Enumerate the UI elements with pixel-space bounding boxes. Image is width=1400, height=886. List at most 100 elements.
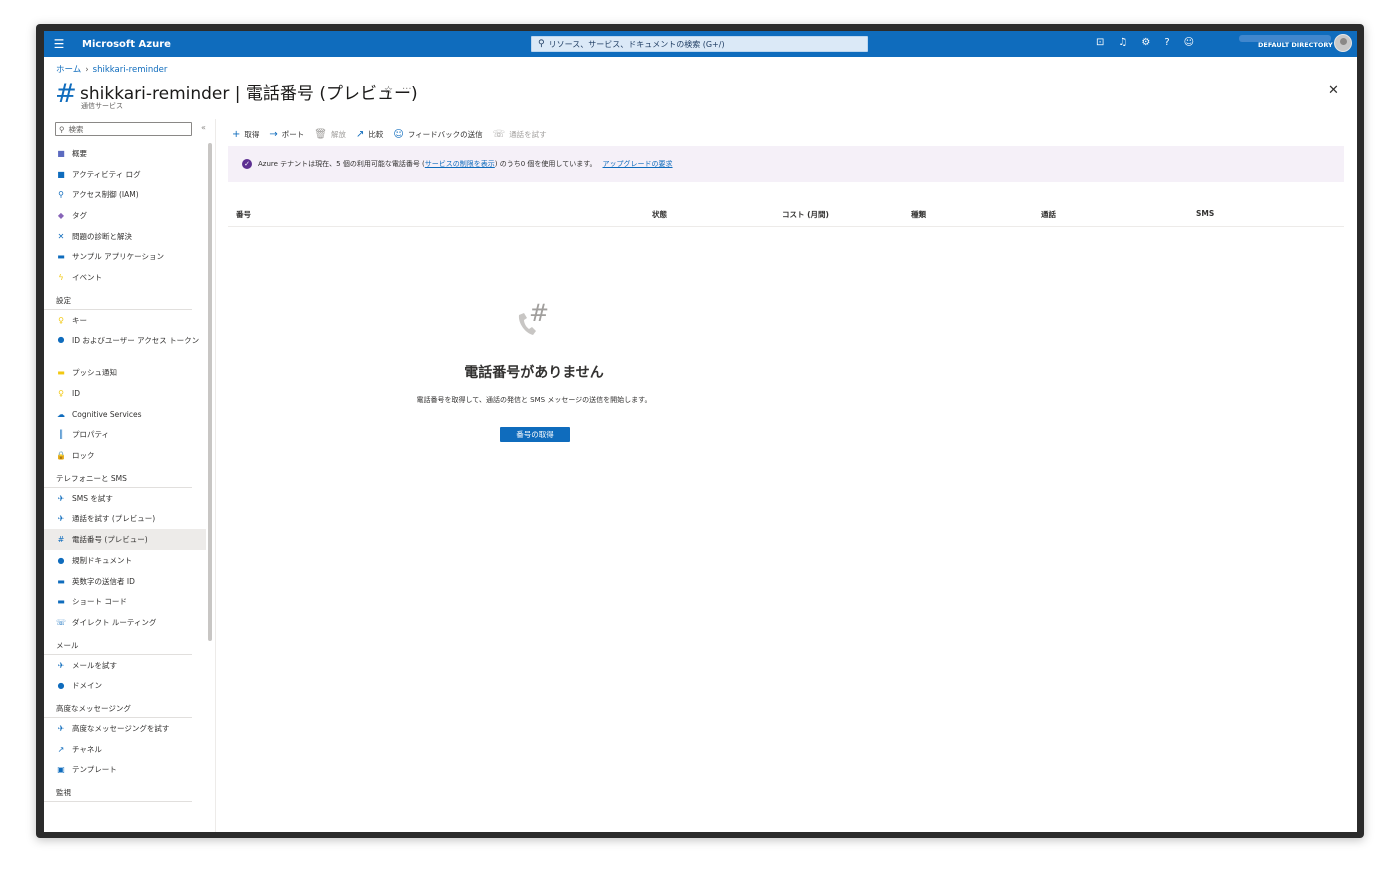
directory-label[interactable]: DEFAULT DIRECTORY bbox=[1258, 41, 1333, 49]
brand-title[interactable]: Microsoft Azure bbox=[82, 39, 171, 50]
banner-prefix: Azure テナントは現在、5 個の利用可能な電話番号 ( bbox=[258, 160, 425, 168]
help-icon[interactable]: ? bbox=[1164, 37, 1169, 48]
sidebar-item[interactable]: 🔒 ロック bbox=[44, 445, 206, 466]
sidebar-item-icon: ▬ bbox=[57, 576, 65, 586]
column-header-cost[interactable]: コスト (月間) bbox=[782, 209, 829, 220]
sidebar-section-header: テレフォニーと SMS bbox=[44, 466, 192, 488]
sidebar-item-label: 英数字の送信者 ID bbox=[72, 576, 135, 586]
sidebar-item[interactable]: ● ドメイン bbox=[44, 675, 206, 696]
sidebar-section-header: 設定 bbox=[44, 288, 192, 310]
get-button[interactable]: + 取得 bbox=[232, 129, 259, 140]
sidebar-item[interactable]: ◆ タグ bbox=[44, 205, 206, 226]
release-button[interactable]: 🗑 解放 bbox=[314, 129, 346, 140]
bell-icon[interactable]: ♫ bbox=[1118, 37, 1127, 48]
feedback-icon[interactable]: ☺ bbox=[1184, 37, 1194, 48]
sidebar-item[interactable]: # 電話番号 (プレビュー) bbox=[44, 529, 206, 550]
sidebar-item[interactable]: ⚲ アクセス制御 (IAM) bbox=[44, 184, 206, 205]
page-title: shikkari-reminder | 電話番号 (プレビュー) bbox=[80, 84, 418, 104]
sidebar-item[interactable]: ♀ ID bbox=[44, 383, 206, 404]
sidebar-item[interactable]: ║ プロパティ bbox=[44, 425, 206, 446]
collapse-sidebar-icon[interactable]: « bbox=[201, 123, 206, 132]
sidebar-section-label: 高度なメッセージング bbox=[56, 704, 131, 714]
sidebar-item-icon: 🔒 bbox=[56, 451, 66, 461]
sidebar-item[interactable]: ■ 概要 bbox=[44, 143, 206, 164]
gear-icon[interactable]: ⚙ bbox=[1141, 37, 1150, 48]
sidebar-item-icon: ▬ bbox=[57, 252, 65, 262]
sidebar-item-label: 概要 bbox=[72, 148, 87, 158]
search-icon: ⚲ bbox=[59, 124, 65, 134]
sidebar-section-header: メール bbox=[44, 633, 192, 655]
sidebar-nav: ■ 概要 ■ アクティビティ ログ ⚲ アクセス制御 (IAM) ◆ タグ ✕ 問題の診断と解決 ▬… bbox=[44, 143, 206, 803]
column-header-type[interactable]: 種類 bbox=[911, 209, 926, 220]
column-header-calling[interactable]: 通話 bbox=[1041, 209, 1056, 220]
sidebar-item[interactable]: ✕ 問題の診断と解決 bbox=[44, 226, 206, 247]
sidebar-item[interactable]: ▬ ショート コード bbox=[44, 591, 206, 612]
sidebar-item[interactable]: ♀ キー bbox=[44, 310, 206, 331]
sidebar-item-label: Cognitive Services bbox=[72, 409, 142, 419]
sidebar-item[interactable]: ■ アクティビティ ログ bbox=[44, 164, 206, 185]
hamburger-menu-icon[interactable]: ☰ bbox=[44, 37, 74, 51]
compare-icon: ↗ bbox=[355, 129, 365, 140]
close-icon[interactable]: ✕ bbox=[1328, 83, 1339, 98]
search-icon: ⚲ bbox=[538, 39, 545, 49]
sidebar-item-label: 通話を試す (プレビュー) bbox=[72, 514, 156, 524]
favorite-star-icon[interactable]: ☆ bbox=[384, 85, 393, 96]
sidebar-item[interactable]: ✈ 高度なメッセージングを試す bbox=[44, 718, 206, 739]
sidebar-item[interactable]: ✈ SMS を試す bbox=[44, 488, 206, 509]
sidebar-item[interactable]: ● 規制ドキュメント bbox=[44, 550, 206, 571]
sidebar-item-label: テンプレート bbox=[72, 765, 117, 775]
cloud-shell-icon[interactable]: ⊡ bbox=[1096, 37, 1104, 48]
sidebar-search-input[interactable]: ⚲ 検索 bbox=[55, 122, 192, 136]
try-call-button[interactable]: ☏ 通話を試す bbox=[493, 129, 547, 140]
sidebar-item[interactable]: ✈ メールを試す bbox=[44, 655, 206, 676]
sidebar-item-label: 高度なメッセージングを試す bbox=[72, 723, 170, 733]
sidebar-item-label: チャネル bbox=[72, 744, 102, 754]
top-icon-group: ⊡ ♫ ⚙ ? ☺ bbox=[1096, 37, 1194, 48]
sidebar-item-label: プッシュ通知 bbox=[72, 368, 117, 378]
sidebar-item-icon: ● bbox=[57, 681, 65, 691]
column-header-status[interactable]: 状態 bbox=[652, 209, 667, 220]
port-button[interactable]: → ポート bbox=[269, 129, 304, 140]
sidebar-item[interactable]: ϟ イベント bbox=[44, 267, 206, 288]
sidebar-item[interactable]: ✈ 通話を試す (プレビュー) bbox=[44, 509, 206, 530]
sidebar-item-icon: ☁ bbox=[57, 409, 65, 419]
breadcrumb-home[interactable]: ホーム bbox=[56, 65, 81, 75]
sidebar-item-icon: ● bbox=[57, 555, 65, 565]
sidebar-item[interactable]: ☏ ダイレクト ルーティング bbox=[44, 612, 206, 633]
sidebar-section-label: 設定 bbox=[56, 295, 71, 305]
column-header-number[interactable]: 番号 bbox=[236, 209, 251, 220]
feedback-icon: ☺ bbox=[393, 129, 404, 140]
sidebar-item[interactable]: ▣ テンプレート bbox=[44, 760, 206, 781]
get-number-button[interactable]: 番号の取得 bbox=[500, 427, 570, 442]
feedback-button[interactable]: ☺ フィードバックの送信 bbox=[393, 129, 482, 140]
sidebar-item-icon: ✈ bbox=[57, 660, 65, 670]
sidebar-scrollbar[interactable] bbox=[208, 143, 212, 641]
sidebar-item[interactable]: ▬ サンプル アプリケーション bbox=[44, 246, 206, 267]
banner-middle: ) のうち0 個を使用しています。 bbox=[494, 160, 597, 168]
sidebar-item[interactable]: ● ID およびユーザー アクセス トークン bbox=[44, 331, 206, 363]
table-header: 番号 状態 コスト (月間) 種類 通話 SMS bbox=[228, 203, 1344, 227]
global-search-input[interactable]: ⚲ リソース、サービス、ドキュメントの検索 (G+/) bbox=[531, 36, 868, 52]
sidebar-item[interactable]: ☁ Cognitive Services bbox=[44, 404, 206, 425]
column-header-sms[interactable]: SMS bbox=[1196, 209, 1214, 218]
sidebar-item[interactable]: ▬ プッシュ通知 bbox=[44, 363, 206, 384]
trash-icon: 🗑 bbox=[314, 129, 327, 140]
sidebar-item[interactable]: ↗ チャネル bbox=[44, 739, 206, 760]
avatar[interactable] bbox=[1334, 34, 1352, 52]
sidebar-item-icon: ✈ bbox=[57, 723, 65, 733]
service-limit-link[interactable]: サービスの制限を表示 bbox=[425, 159, 495, 169]
sidebar-item[interactable]: ▬ 英数字の送信者 ID bbox=[44, 571, 206, 592]
more-options-icon[interactable]: ··· bbox=[402, 84, 412, 95]
upgrade-request-link[interactable]: アップグレードの要求 bbox=[603, 159, 673, 169]
sidebar-item-icon: ✈ bbox=[57, 514, 65, 524]
sidebar-item-label: アクセス制御 (IAM) bbox=[72, 190, 139, 200]
get-label: 取得 bbox=[244, 130, 260, 139]
sidebar-item-icon: ■ bbox=[57, 169, 65, 179]
sidebar-item-label: 電話番号 (プレビュー) bbox=[72, 535, 148, 545]
sidebar-item-icon: ▣ bbox=[57, 765, 65, 775]
command-bar: + 取得 → ポート 🗑 解放 ↗ 比較 ☺ フィードバックの送信 ☏ 通話を試す bbox=[232, 129, 547, 140]
phone-icon: ☏ bbox=[492, 129, 506, 140]
info-banner: ✓ Azure テナントは現在、5 個の利用可能な電話番号 (サービスの制限を表… bbox=[228, 146, 1344, 182]
compare-button[interactable]: ↗ 比較 bbox=[356, 129, 383, 140]
breadcrumb-resource[interactable]: shikkari-reminder bbox=[93, 65, 168, 75]
